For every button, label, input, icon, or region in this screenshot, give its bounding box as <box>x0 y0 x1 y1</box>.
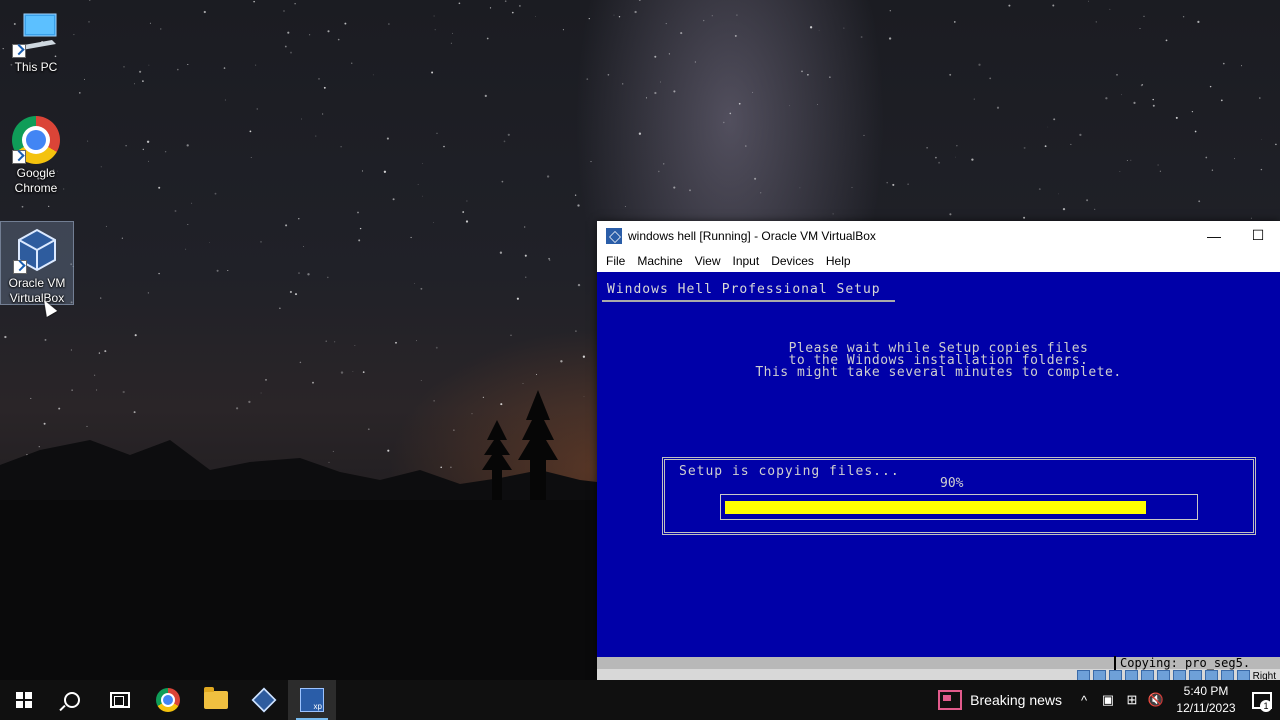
virtualbox-window[interactable]: windows hell [Running] - Oracle VM Virtu… <box>597 221 1280 683</box>
task-view-button[interactable] <box>96 680 144 720</box>
menu-view[interactable]: View <box>689 254 727 268</box>
setup-wait-message: Please wait while Setup copies files to … <box>597 342 1280 380</box>
clock-date: 12/11/2023 <box>1176 701 1236 715</box>
window-title: windows hell [Running] - Oracle VM Virtu… <box>628 228 876 243</box>
taskbar: Breaking news ^ ▣ ⊞ 🔇 5:40 PM 12/11/2023… <box>0 680 1280 720</box>
menu-input[interactable]: Input <box>727 254 766 268</box>
clock-time: 5:40 PM <box>1183 684 1229 698</box>
clock[interactable]: 5:40 PM 12/11/2023 <box>1168 683 1244 717</box>
menu-file[interactable]: File <box>600 254 631 268</box>
windows-logo-icon <box>16 692 32 708</box>
setup-title-underline <box>602 300 895 302</box>
menu-bar: File Machine View Input Devices Help <box>597 250 1280 272</box>
folder-icon <box>204 687 228 709</box>
network-icon[interactable]: ⊞ <box>1120 680 1144 720</box>
menu-help[interactable]: Help <box>820 254 857 268</box>
start-button[interactable] <box>0 680 48 720</box>
show-hidden-icons-button[interactable]: ^ <box>1072 680 1096 720</box>
news-label: Breaking news <box>970 692 1062 708</box>
maximize-button[interactable]: ☐ <box>1236 221 1280 250</box>
search-icon <box>64 692 80 708</box>
virtualbox-app-icon <box>606 227 622 244</box>
taskbar-virtualbox-manager[interactable] <box>240 680 288 720</box>
minimize-button[interactable]: — <box>1192 221 1236 250</box>
virtualbox-icon <box>13 226 61 274</box>
wait-line: This might take several minutes to compl… <box>755 365 1122 380</box>
progress-bar <box>720 494 1198 520</box>
volume-muted-icon[interactable]: 🔇 <box>1144 680 1168 720</box>
desktop-icon-google-chrome[interactable]: Google Chrome <box>0 112 72 196</box>
computer-icon <box>12 10 60 58</box>
shortcut-arrow-icon <box>12 44 26 58</box>
virtualbox-icon <box>251 687 277 713</box>
notification-count: 1 <box>1260 700 1272 712</box>
desktop-icon-label: Google Chrome <box>14 166 58 195</box>
taskbar-file-explorer[interactable] <box>192 680 240 720</box>
news-widget[interactable]: Breaking news <box>928 690 1072 710</box>
vm-display[interactable]: Windows Hell Professional Setup Please w… <box>597 272 1280 657</box>
vm-xp-icon <box>300 688 324 712</box>
shortcut-arrow-icon <box>13 260 27 274</box>
desktop-icon-label: Oracle VM VirtualBox <box>8 276 66 305</box>
copy-label: Setup is copying files... <box>679 464 900 479</box>
progress-bar-fill <box>725 501 1146 514</box>
meet-now-icon[interactable]: ▣ <box>1096 680 1120 720</box>
setup-title: Windows Hell Professional Setup <box>607 282 881 297</box>
desktop-icon-label: This PC <box>14 60 58 74</box>
desktop-icon-oracle-vm-virtualbox[interactable]: Oracle VM VirtualBox <box>0 221 74 305</box>
news-icon <box>938 690 963 710</box>
copying-status-text: Copying: pro_seg5. <box>1114 656 1250 670</box>
search-button[interactable] <box>48 680 96 720</box>
chrome-icon <box>156 688 180 712</box>
taskbar-chrome[interactable] <box>144 680 192 720</box>
chrome-icon <box>12 116 60 164</box>
menu-machine[interactable]: Machine <box>631 254 688 268</box>
copy-progress-box: Setup is copying files... 90% <box>662 457 1256 535</box>
desktop-icon-this-pc[interactable]: This PC <box>0 6 72 76</box>
system-tray: Breaking news ^ ▣ ⊞ 🔇 5:40 PM 12/11/2023… <box>928 680 1280 720</box>
menu-devices[interactable]: Devices <box>765 254 820 268</box>
task-view-icon <box>110 692 130 708</box>
action-center-button[interactable]: 1 <box>1244 680 1280 720</box>
copy-percent: 90% <box>940 476 964 491</box>
window-titlebar[interactable]: windows hell [Running] - Oracle VM Virtu… <box>597 221 1280 250</box>
shortcut-arrow-icon <box>12 150 26 164</box>
taskbar-vm-window[interactable] <box>288 680 336 720</box>
